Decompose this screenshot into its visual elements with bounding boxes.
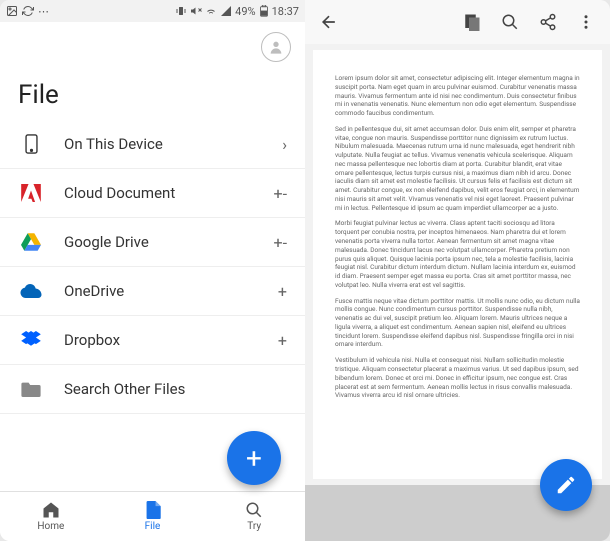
item-label: Dropbox: [64, 331, 278, 349]
nav-label: Home: [37, 521, 64, 532]
refresh-icon: [22, 5, 34, 17]
dropbox-icon: [18, 330, 44, 350]
edit-fab[interactable]: [540, 459, 592, 511]
battery-icon: [259, 5, 269, 17]
plus-icon: +: [278, 282, 287, 301]
document-viewer-screen: Lorem ipsum dolor sit amet, consectetur …: [305, 0, 610, 541]
wifi-icon: [205, 5, 217, 17]
nav-home[interactable]: Home: [0, 492, 102, 541]
doc-paragraph: Morbi feugiat pulvinar lectus ac viverra…: [335, 219, 580, 289]
item-label: OneDrive: [64, 282, 278, 300]
share-button[interactable]: [534, 8, 562, 36]
viewer-footer: [305, 485, 610, 541]
status-bar: ⋯ 49% 18:37: [0, 0, 305, 22]
item-label: Cloud Document: [64, 184, 274, 202]
item-label: Google Drive: [64, 233, 274, 251]
vibrate-icon: [175, 5, 187, 17]
nav-label: File: [145, 521, 161, 532]
nav-try[interactable]: Try: [203, 492, 305, 541]
menu-button[interactable]: [572, 8, 600, 36]
doc-paragraph: Fusce mattis neque vitae dictum porttito…: [335, 297, 580, 350]
chevron-right-icon: ›: [282, 135, 287, 154]
viewer-toolbar: [305, 0, 610, 44]
share-icon: [539, 13, 557, 31]
nav-label: Try: [247, 521, 261, 532]
more-vert-icon: [577, 13, 595, 31]
mute-icon: [190, 5, 202, 17]
page-view-button[interactable]: [458, 8, 486, 36]
plus-icon: +: [246, 442, 262, 475]
document-page[interactable]: Lorem ipsum dolor sit amet, consectetur …: [313, 50, 602, 479]
home-icon: [42, 501, 60, 519]
item-label: On This Device: [64, 135, 282, 153]
back-button[interactable]: [315, 8, 343, 36]
plus-icon: +: [278, 331, 287, 350]
adobe-icon: [18, 183, 44, 203]
clock: 18:37: [272, 5, 299, 18]
bottom-nav: Home File Try: [0, 491, 305, 541]
location-cloud-document[interactable]: Cloud Document +-: [0, 169, 305, 218]
search-icon: [501, 13, 519, 31]
person-icon: [268, 39, 284, 55]
nav-file[interactable]: File: [102, 492, 204, 541]
add-fab[interactable]: +: [227, 431, 281, 485]
google-drive-icon: [18, 232, 44, 252]
battery-percent: 49%: [235, 5, 255, 18]
image-icon: [6, 5, 18, 17]
file-icon: [145, 501, 161, 519]
account-avatar[interactable]: [261, 32, 291, 62]
location-dropbox[interactable]: Dropbox +: [0, 316, 305, 365]
phone-icon: [18, 134, 44, 154]
search-button[interactable]: [496, 8, 524, 36]
location-onedrive[interactable]: OneDrive +: [0, 267, 305, 316]
plus-minus-icon: +-: [274, 233, 288, 252]
doc-paragraph: Sed in pellentesque dui, sit amet accums…: [335, 125, 580, 213]
plus-minus-icon: +-: [274, 184, 288, 203]
location-google-drive[interactable]: Google Drive +-: [0, 218, 305, 267]
location-search-other[interactable]: Search Other Files: [0, 365, 305, 414]
item-label: Search Other Files: [64, 380, 287, 398]
pencil-icon: [555, 474, 577, 496]
page-title: File: [0, 66, 305, 120]
doc-paragraph: Lorem ipsum dolor sit amet, consectetur …: [335, 74, 580, 118]
back-arrow-icon: [319, 12, 339, 32]
onedrive-icon: [18, 281, 44, 301]
location-on-this-device[interactable]: On This Device ›: [0, 120, 305, 169]
page-icon: [463, 13, 481, 31]
folder-icon: [18, 379, 44, 399]
doc-paragraph: Vestibulum id vehicula nisi. Nulla et co…: [335, 356, 580, 400]
file-browser-screen: ⋯ 49% 18:37 File On This Device ›: [0, 0, 305, 541]
search-icon: [245, 501, 263, 519]
signal-icon: [220, 5, 232, 17]
